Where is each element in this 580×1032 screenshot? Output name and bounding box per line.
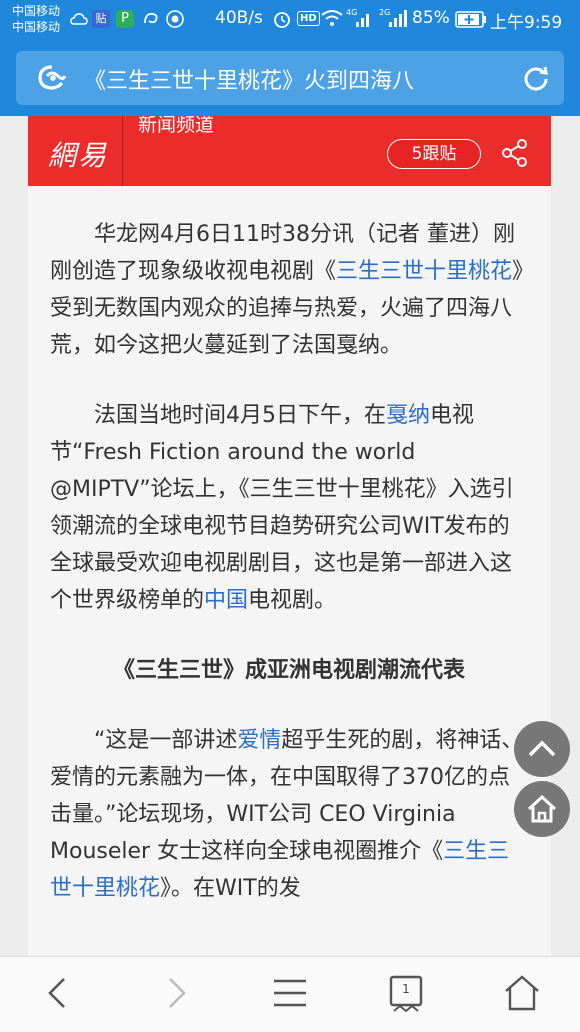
signal-2g-icon: 2G (379, 8, 409, 30)
network-speed: 40B/s (215, 8, 263, 28)
article-body: 华龙网4月6日11时38分讯（记者 董进）刚刚创造了现象级收视电视剧《三生三世十… (50, 216, 528, 940)
cloud-icon (70, 11, 88, 30)
forward-button[interactable] (152, 971, 200, 1015)
clock: 上午9:59 (490, 13, 563, 33)
chevron-right-icon (169, 978, 186, 1008)
carrier-2: 中国移动 (12, 20, 61, 34)
scroll-top-button[interactable] (514, 721, 570, 777)
chevron-left-icon (48, 978, 65, 1008)
keyword-link[interactable]: 戛纳 (386, 403, 430, 428)
text-span: 电视节“Fresh Fiction around the world @MIPT… (50, 403, 514, 613)
paragraph-3: “这是一部讲述爱情超乎生死的剧，将神话、爱情的元素融为一体，在中国取得了370亿… (50, 722, 528, 907)
paragraph-1: 华龙网4月6日11时38分讯（记者 董进）刚刚创造了现象级收视电视剧《三生三世十… (50, 216, 528, 364)
share-icon[interactable] (500, 138, 530, 168)
comments-button[interactable]: 5跟贴 (387, 139, 481, 169)
wifi-icon (321, 9, 343, 31)
carrier-info: 中国移动 中国移动 (12, 3, 60, 35)
bottom-navigation: 1 (0, 956, 580, 1032)
menu-button[interactable] (266, 971, 314, 1015)
netease-logo[interactable]: 網易 (48, 134, 108, 174)
refresh-icon[interactable] (522, 64, 550, 92)
battery-percent: 85% (412, 8, 450, 28)
signal-4g-icon: 4G (346, 8, 374, 30)
alarm-icon (272, 9, 292, 33)
tab-count: 1 (402, 982, 410, 996)
text-span: 》。在WIT的发 (160, 876, 301, 901)
text-span: “这是一部讲述 (94, 728, 238, 753)
keyword-link[interactable]: 爱情 (237, 728, 281, 753)
carrier-1: 中国移动 (12, 4, 61, 18)
chevron-up-icon (528, 740, 556, 757)
hd-icon: HD (297, 11, 320, 26)
browser-toolbar: 《三生三世十里桃花》火到四海八 (0, 40, 580, 116)
app-ring-icon (165, 9, 185, 33)
paragraph-2: 法国当地时间4月5日下午，在戛纳电视节“Fresh Fiction around… (50, 397, 528, 619)
section-heading: 《三生三世》成亚洲电视剧潮流代表 (112, 658, 465, 683)
article-content: 網易 新闻频道 5跟贴 华龙网4月6日11时38分讯（记者 董进）刚刚创造了现象… (28, 116, 551, 956)
text-span: 电视剧。 (248, 588, 337, 613)
battery-icon (455, 11, 487, 32)
netease-header: 網易 新闻频道 5跟贴 (28, 116, 551, 186)
back-button[interactable] (34, 971, 82, 1015)
tabs-button[interactable]: 1 (382, 971, 430, 1015)
home-float-button[interactable] (514, 781, 570, 837)
page-title[interactable]: 《三生三世十里桃花》火到四海八 (84, 63, 484, 95)
status-bar: 中国移动 中国移动 贴 P 40B/s HD 4G 2G 85% 上午9:59 (0, 0, 580, 40)
home-icon (527, 794, 557, 823)
menu-icon (274, 979, 306, 1007)
app-swirl-icon (141, 9, 161, 33)
text-span: 法国当地时间4月5日下午，在 (94, 403, 386, 428)
tieba-icon: 贴 (92, 10, 110, 28)
divider (122, 116, 123, 186)
channel-label[interactable]: 新闻频道 (138, 116, 218, 140)
home-outline-icon (505, 975, 539, 1011)
home-button[interactable] (498, 971, 546, 1015)
address-bar[interactable]: 《三生三世十里桃花》火到四海八 (16, 51, 564, 105)
browser-logo-icon[interactable] (36, 64, 67, 92)
pp-icon: P (116, 10, 134, 28)
keyword-link[interactable]: 中国 (204, 588, 248, 613)
keyword-link[interactable]: 三生三世十里桃花 (336, 259, 512, 284)
